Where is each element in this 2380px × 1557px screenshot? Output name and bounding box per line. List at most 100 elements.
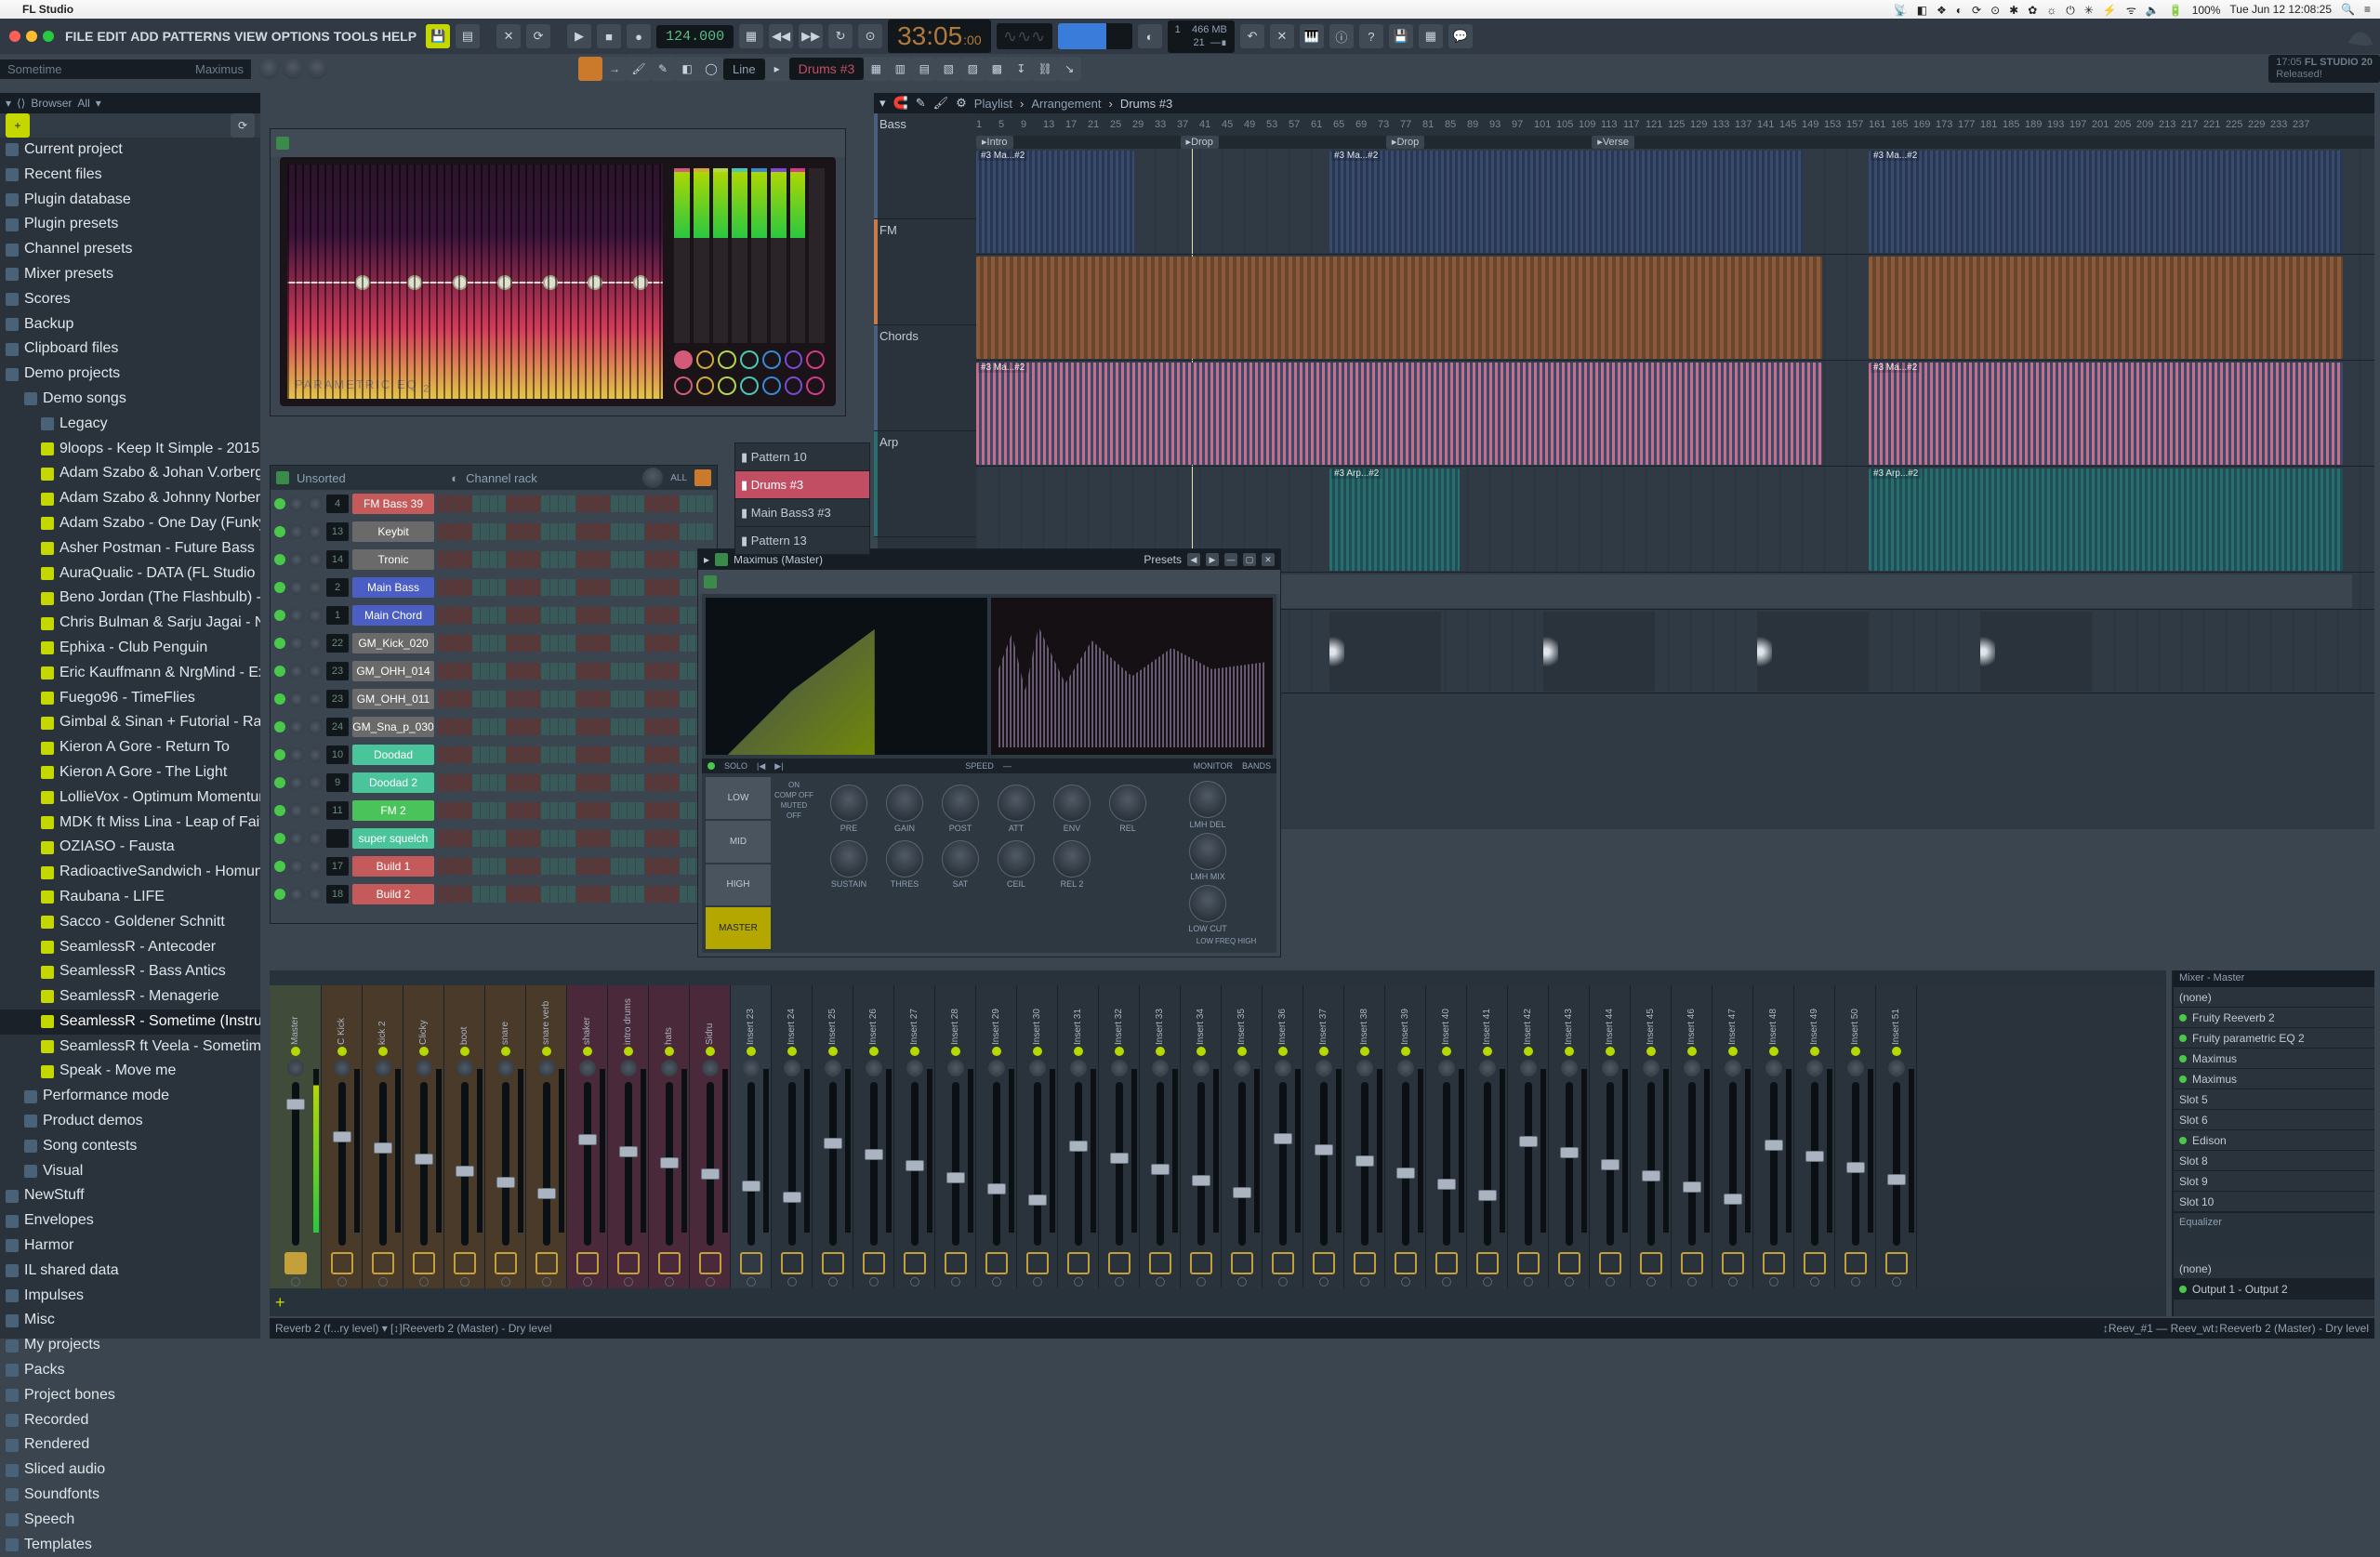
slot-enable-led[interactable] [2179, 1035, 2187, 1042]
mixer-route-dot[interactable] [1851, 1277, 1860, 1287]
link-button[interactable]: ⛓ [1033, 57, 1057, 81]
mixer-route-dot[interactable] [828, 1277, 838, 1287]
channel-mixer-route[interactable]: 13 [326, 522, 349, 541]
mixer-fx-enable[interactable] [1885, 1252, 1908, 1274]
chrack-mute-toggle[interactable]: ◐ [451, 471, 458, 485]
eq-band3-knob[interactable] [718, 350, 736, 369]
step-cell[interactable] [498, 607, 506, 624]
channel-mixer-route[interactable]: 2 [326, 578, 349, 597]
step-cell[interactable] [481, 886, 488, 903]
step-cell[interactable] [636, 635, 643, 652]
step-cell[interactable] [602, 523, 609, 540]
step-cell[interactable] [456, 495, 463, 512]
step-cell[interactable] [533, 523, 540, 540]
step-cell[interactable] [688, 774, 695, 791]
channel-mute-led[interactable] [274, 777, 285, 788]
step-cell[interactable] [611, 858, 618, 875]
main-swing-knob[interactable] [283, 59, 303, 79]
step-cell[interactable] [602, 802, 609, 819]
step-cell[interactable] [593, 746, 601, 763]
step-cell[interactable] [438, 719, 445, 735]
step-cell[interactable] [498, 663, 506, 680]
news-button[interactable]: 💬 [1448, 24, 1473, 48]
step-cell[interactable] [628, 774, 635, 791]
max-view-prev[interactable]: |◀ [757, 761, 765, 772]
mixer-fx-enable[interactable] [617, 1252, 640, 1274]
step-cell[interactable] [680, 719, 687, 735]
mixer-pan-knob[interactable] [497, 1060, 514, 1076]
step-cell[interactable] [628, 607, 635, 624]
step-cell[interactable] [628, 830, 635, 847]
step-cell[interactable] [472, 663, 480, 680]
step-cell[interactable] [645, 858, 653, 875]
slot-enable-led[interactable] [2179, 1075, 2187, 1083]
step-cell[interactable] [567, 830, 575, 847]
step-cell[interactable] [498, 774, 506, 791]
step-cell[interactable] [654, 635, 661, 652]
step-cell[interactable] [593, 607, 601, 624]
step-cell[interactable] [645, 635, 653, 652]
mixer-insert-strip[interactable]: Insert 51 [1876, 985, 1917, 1288]
mixer-mute-led[interactable] [1442, 1047, 1451, 1056]
step-cell[interactable] [628, 635, 635, 652]
step-cell[interactable] [611, 495, 618, 512]
step-cell[interactable] [611, 802, 618, 819]
step-cell[interactable] [524, 774, 532, 791]
mixer-route-dot[interactable] [1606, 1277, 1615, 1287]
channel-mute-led[interactable] [274, 666, 285, 677]
menu-extra-icon[interactable]: ⟳ [1972, 4, 1981, 17]
step-cell[interactable] [628, 858, 635, 875]
mixer-insert-strip[interactable]: Insert 35 [1222, 985, 1263, 1288]
mixer-pan-knob[interactable] [1520, 1060, 1537, 1076]
max-solo-led[interactable] [707, 762, 715, 770]
mixer-insert-strip[interactable]: Insert 37 [1303, 985, 1344, 1288]
mixer-mute-led[interactable] [910, 1047, 919, 1056]
step-cell[interactable] [680, 663, 687, 680]
mixer-route-dot[interactable] [1278, 1277, 1288, 1287]
step-cell[interactable] [688, 607, 695, 624]
step-cell[interactable] [507, 802, 514, 819]
step-cell[interactable] [576, 579, 584, 596]
step-cell[interactable] [688, 663, 695, 680]
spotlight-icon[interactable]: 🔍 [2341, 3, 2355, 16]
step-cell[interactable] [524, 858, 532, 875]
step-cell[interactable] [619, 663, 627, 680]
step-cell[interactable] [654, 495, 661, 512]
channel-name-button[interactable]: GM_OHH_014 [352, 661, 434, 681]
channel-pan-knob[interactable] [289, 719, 304, 734]
step-cell[interactable] [446, 746, 454, 763]
mixer-mute-led[interactable] [1360, 1047, 1369, 1056]
step-cell[interactable] [516, 495, 523, 512]
br-view-button[interactable]: ▨ [960, 57, 985, 81]
step-cell[interactable] [524, 523, 532, 540]
channel-mixer-route[interactable]: 24 [326, 718, 349, 736]
audio-clip[interactable] [1543, 612, 1655, 692]
step-cell[interactable] [619, 523, 627, 540]
channel-pan-knob[interactable] [289, 664, 304, 679]
mixer-mute-led[interactable] [624, 1047, 633, 1056]
mixer-fx-enable[interactable] [863, 1252, 885, 1274]
step-cell[interactable] [524, 551, 532, 568]
step-cell[interactable] [533, 886, 540, 903]
step-cell[interactable] [636, 746, 643, 763]
fx-slot[interactable]: Edison [2174, 1130, 2374, 1151]
step-cell[interactable] [611, 523, 618, 540]
step-cell[interactable] [662, 523, 669, 540]
pl-marker[interactable]: ▸Drop [1386, 136, 1424, 149]
mixer-mute-led[interactable] [1892, 1047, 1901, 1056]
step-cell[interactable] [593, 774, 601, 791]
mixer-fx-enable[interactable] [1395, 1252, 1417, 1274]
step-cell[interactable] [559, 746, 566, 763]
channel-name-button[interactable]: Main Chord [352, 605, 434, 626]
snap-mute-button[interactable]: ◧ [675, 57, 699, 81]
step-cell[interactable] [576, 607, 584, 624]
step-cell[interactable] [464, 663, 471, 680]
step-cell[interactable] [645, 663, 653, 680]
mixer-insert-strip[interactable]: Insert 39 [1385, 985, 1426, 1288]
channel-pan-knob[interactable] [289, 692, 304, 706]
channel-mixer-route[interactable] [326, 829, 349, 848]
slot-enable-led[interactable] [2179, 1137, 2187, 1144]
maximus-maximize[interactable]: ▢ [1243, 553, 1256, 566]
mixer-insert-strip[interactable]: snare [485, 985, 526, 1288]
step-cell[interactable] [585, 774, 592, 791]
